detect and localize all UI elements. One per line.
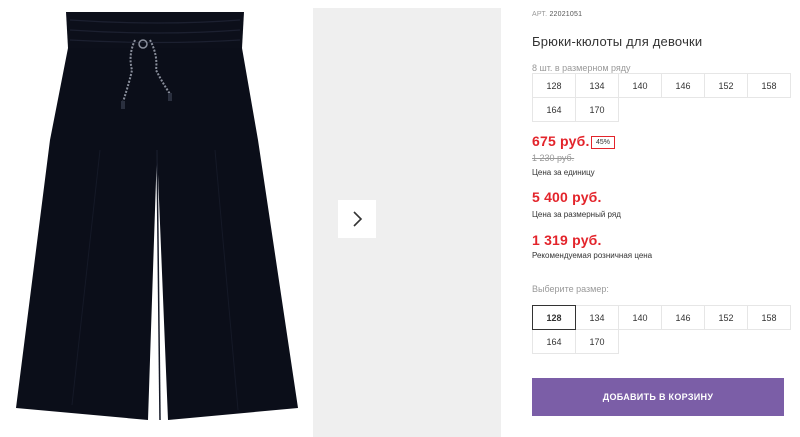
pack-size-cell: 128 bbox=[532, 73, 576, 98]
pack-size-cell: 140 bbox=[618, 73, 662, 98]
size-option[interactable]: 134 bbox=[575, 305, 619, 330]
pack-price: 5 400 руб. bbox=[532, 189, 602, 205]
article-number: АРТ. 22021051 bbox=[532, 11, 582, 18]
pack-size-cell: 158 bbox=[747, 73, 791, 98]
retail-price-caption: Рекомендуемая розничная цена bbox=[532, 251, 653, 260]
pack-price-caption: Цена за размерный ряд bbox=[532, 210, 621, 219]
size-option[interactable]: 146 bbox=[661, 305, 705, 330]
article-value: 22021051 bbox=[549, 11, 583, 18]
size-option[interactable]: 140 bbox=[618, 305, 662, 330]
unit-price: 675 руб. bbox=[532, 133, 590, 149]
discount-badge: 45% bbox=[591, 136, 616, 149]
chevron-right-icon bbox=[353, 211, 363, 227]
unit-price-caption: Цена за единицу bbox=[532, 168, 595, 177]
size-option[interactable]: 164 bbox=[532, 329, 576, 354]
add-to-cart-button[interactable]: ДОБАВИТЬ В КОРЗИНУ bbox=[532, 378, 784, 416]
wide-leg-pants-photo bbox=[16, 12, 298, 421]
size-option[interactable]: 152 bbox=[704, 305, 748, 330]
product-image bbox=[0, 0, 313, 437]
gallery-next-button[interactable] bbox=[338, 200, 376, 238]
pack-size-cell: 152 bbox=[704, 73, 748, 98]
pack-size-cell: 146 bbox=[661, 73, 705, 98]
pack-size-grid: 128 134 140 146 152 158 164 170 bbox=[532, 73, 791, 122]
size-option[interactable]: 170 bbox=[575, 329, 619, 354]
size-selector: 128 134 140 146 152 158 164 170 bbox=[532, 305, 791, 354]
pack-size-cell: 164 bbox=[532, 97, 576, 122]
pack-size-cell: 170 bbox=[575, 97, 619, 122]
size-select-label: Выберите размер: bbox=[532, 284, 609, 294]
size-option[interactable]: 158 bbox=[747, 305, 791, 330]
old-price: 1 230 руб. bbox=[532, 153, 575, 163]
article-label: АРТ. bbox=[532, 11, 548, 18]
size-option-selected[interactable]: 128 bbox=[532, 305, 576, 330]
retail-price: 1 319 руб. bbox=[532, 232, 602, 248]
product-title: Брюки-кюлоты для девочки bbox=[532, 34, 703, 49]
pack-size-cell: 134 bbox=[575, 73, 619, 98]
pack-note: 8 шт. в размерном ряду bbox=[532, 63, 631, 73]
